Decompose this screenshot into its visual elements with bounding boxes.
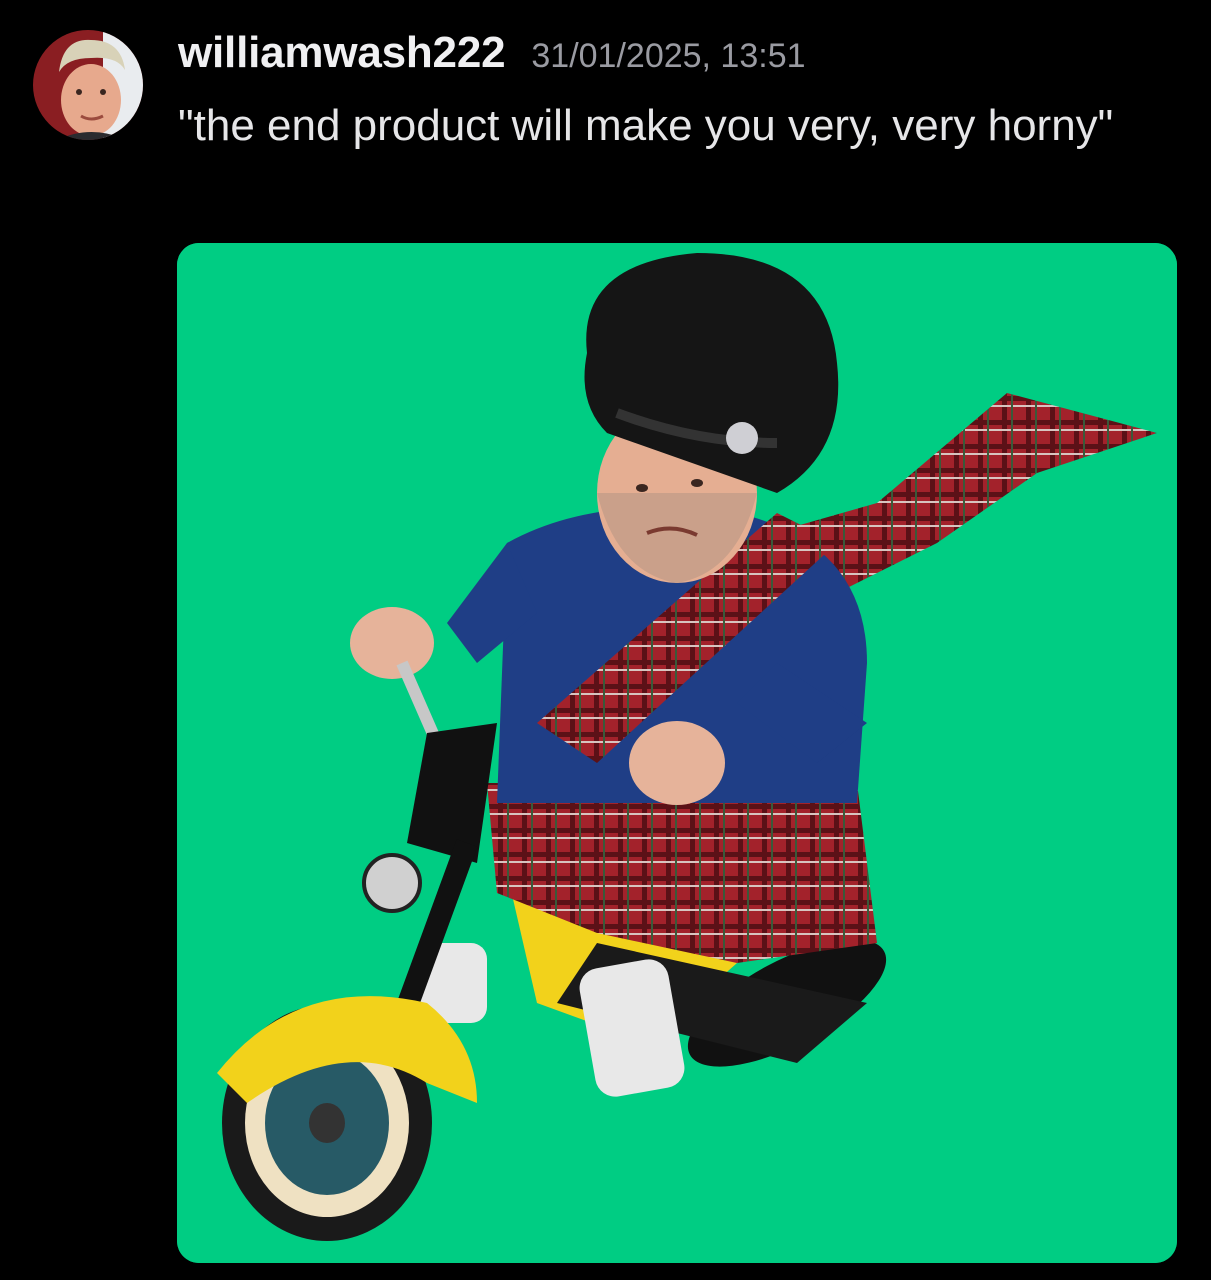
message-header: williamwash222 31/01/2025, 13:51 <box>178 28 806 84</box>
message-text: "the end product will make you very, ver… <box>178 101 1114 150</box>
timestamp: 31/01/2025, 13:51 <box>531 37 806 75</box>
user-avatar[interactable] <box>33 30 143 140</box>
chat-message: williamwash222 31/01/2025, 13:51 "the en… <box>0 0 1211 1280</box>
avatar-image <box>33 30 143 140</box>
scooter-rider-image <box>177 243 1177 1263</box>
username[interactable]: williamwash222 <box>178 28 506 78</box>
image-attachment[interactable] <box>177 243 1177 1263</box>
